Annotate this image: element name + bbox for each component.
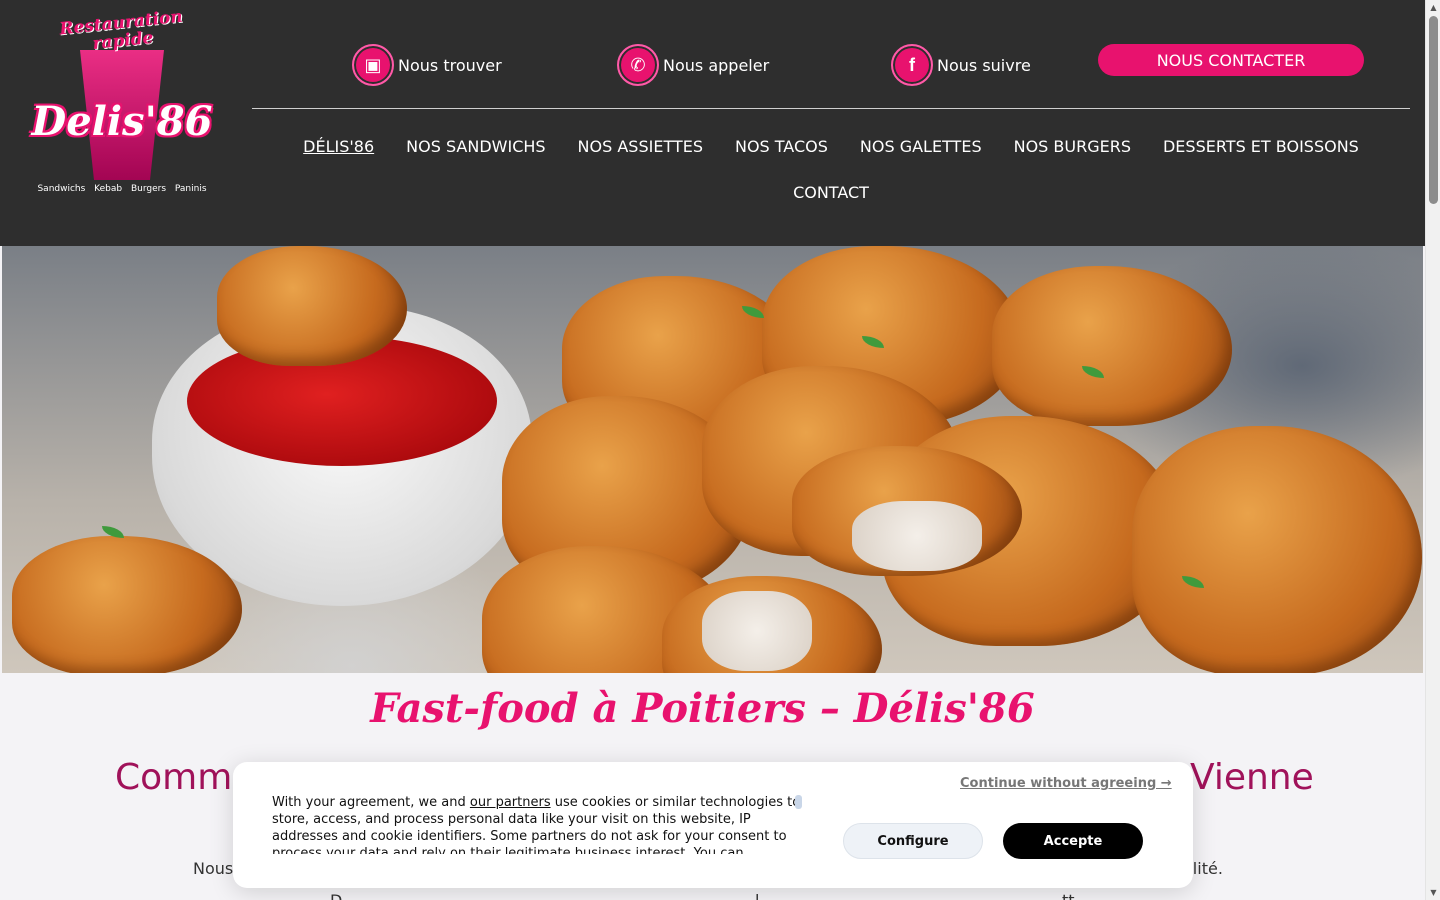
- page-title: Fast-food à Poitiers – Délis'86: [370, 685, 1035, 732]
- nav-item-assiettes[interactable]: NOS ASSIETTES: [562, 124, 719, 170]
- scroll-up-arrow-icon[interactable]: ▲: [1429, 3, 1438, 12]
- logo[interactable]: Restauration rapide Delis'86 Sandwichs K…: [22, 7, 222, 208]
- follow-us-link[interactable]: f Nous suivre: [891, 44, 1031, 86]
- para2-right-fragment: tt: [1062, 891, 1075, 900]
- cookie-text: With your agreement, we and our partners…: [272, 794, 802, 854]
- cookie-text-scrollbar[interactable]: [795, 795, 802, 809]
- accept-button[interactable]: Accepte: [1003, 823, 1143, 859]
- contact-us-button[interactable]: NOUS CONTACTER: [1098, 44, 1364, 76]
- facebook-icon: f: [891, 44, 933, 86]
- page-scrollbar[interactable]: ▲ ▼: [1425, 0, 1440, 900]
- nugget: [1132, 426, 1422, 673]
- nugget: [217, 246, 407, 366]
- nav-item-sandwichs[interactable]: NOS SANDWICHS: [390, 124, 561, 170]
- nav-item-galettes[interactable]: NOS GALETTES: [844, 124, 998, 170]
- follow-us-label: Nous suivre: [937, 55, 1031, 75]
- para2-left-fragment: D: [330, 891, 342, 900]
- logo-name: Delis'86: [31, 98, 213, 145]
- heading-left-fragment: Comm: [115, 757, 233, 798]
- cookie-consent-banner: With your agreement, we and our partners…: [233, 762, 1193, 888]
- nugget-inside: [852, 501, 982, 571]
- logo-subtitle: Sandwichs Kebab Burgers Paninis: [37, 184, 207, 194]
- site-header: Restauration rapide Delis'86 Sandwichs K…: [0, 0, 1425, 246]
- nugget: [992, 266, 1232, 426]
- main-nav: DÉLIS'86 NOS SANDWICHS NOS ASSIETTES NOS…: [252, 124, 1410, 216]
- find-us-link[interactable]: ▣ Nous trouver: [352, 44, 502, 86]
- heading-right-fragment: Vienne: [1190, 757, 1314, 798]
- configure-button[interactable]: Configure: [843, 823, 983, 859]
- nav-item-tacos[interactable]: NOS TACOS: [719, 124, 844, 170]
- para2-mid-fragment: l: [755, 891, 759, 900]
- partners-link[interactable]: our partners: [470, 795, 551, 810]
- find-us-label: Nous trouver: [398, 55, 502, 75]
- scroll-thumb[interactable]: [1429, 16, 1438, 204]
- store-icon: ▣: [352, 44, 394, 86]
- nugget-inside: [702, 591, 812, 671]
- scroll-down-arrow-icon[interactable]: ▼: [1429, 888, 1438, 897]
- hero-image: [2, 246, 1423, 673]
- nav-item-burgers[interactable]: NOS BURGERS: [998, 124, 1147, 170]
- nav-item-delis86[interactable]: DÉLIS'86: [287, 124, 390, 170]
- continue-without-agreeing-link[interactable]: Continue without agreeing →: [960, 776, 1172, 791]
- nav-item-contact[interactable]: CONTACT: [777, 170, 885, 216]
- header-divider: [252, 108, 1410, 109]
- call-us-label: Nous appeler: [663, 55, 770, 75]
- call-us-link[interactable]: ✆ Nous appeler: [617, 44, 769, 86]
- phone-icon: ✆: [617, 44, 659, 86]
- nav-item-desserts[interactable]: DESSERTS ET BOISSONS: [1147, 124, 1375, 170]
- cookie-text-start: With your agreement, we and: [272, 795, 470, 810]
- para-left-fragment: Nous: [193, 859, 234, 878]
